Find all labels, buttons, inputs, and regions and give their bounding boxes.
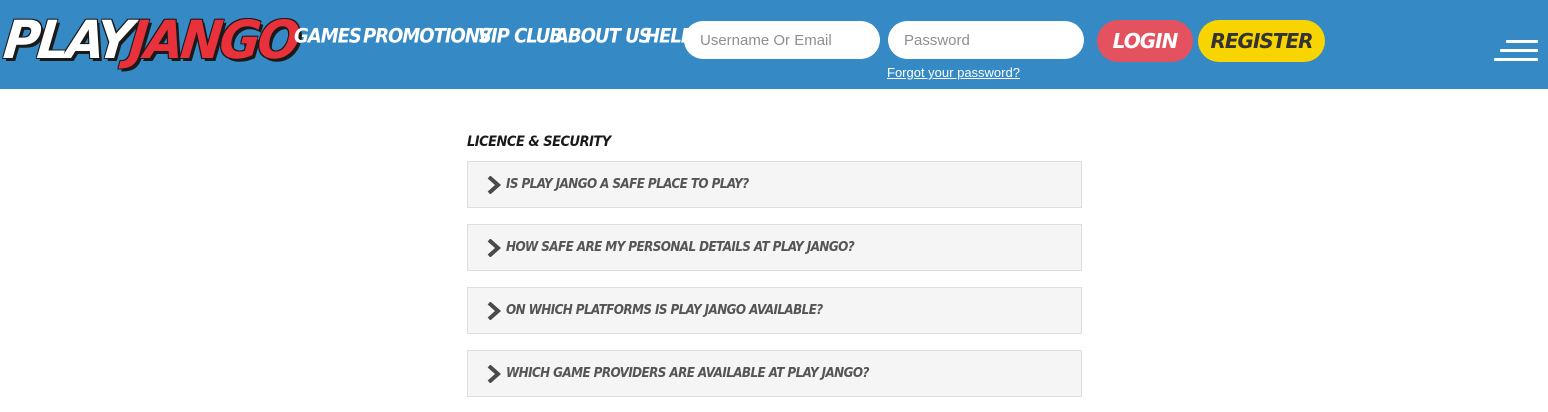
faq-item[interactable]: IS PLAY JANGO A SAFE PLACE TO PLAY? bbox=[467, 161, 1082, 208]
faq-question: WHICH GAME PROVIDERS ARE AVAILABLE AT PL… bbox=[506, 365, 869, 381]
hamburger-menu-icon[interactable] bbox=[1494, 40, 1544, 64]
nav-promotions[interactable]: PROMOTIONS bbox=[363, 21, 492, 54]
faq-question: HOW SAFE ARE MY PERSONAL DETAILS AT PLAY… bbox=[506, 239, 855, 255]
register-button[interactable]: REGISTER bbox=[1198, 20, 1325, 62]
password-input[interactable] bbox=[888, 21, 1084, 59]
chevron-right-icon bbox=[487, 365, 502, 383]
section-title: LICENCE & SECURITY bbox=[467, 134, 611, 151]
faq-item[interactable]: ON WHICH PLATFORMS IS PLAY JANGO AVAILAB… bbox=[467, 287, 1082, 334]
chevron-right-icon bbox=[487, 239, 502, 257]
faq-question: ON WHICH PLATFORMS IS PLAY JANGO AVAILAB… bbox=[506, 302, 823, 318]
logo-text-jango: JANGO bbox=[126, 9, 301, 71]
faq-question: IS PLAY JANGO A SAFE PLACE TO PLAY? bbox=[506, 176, 749, 192]
faq-item[interactable]: WHICH GAME PROVIDERS ARE AVAILABLE AT PL… bbox=[467, 350, 1082, 397]
chevron-right-icon bbox=[487, 302, 502, 320]
logo-text-play: PLAY bbox=[0, 9, 133, 71]
top-header: PLAYJANGO GAMES PROMOTIONS VIP CLUB ABOU… bbox=[0, 0, 1548, 89]
forgot-password-link[interactable]: Forgot your password? bbox=[887, 65, 1020, 80]
nav-vip-club[interactable]: VIP CLUB bbox=[478, 21, 563, 54]
playjango-logo[interactable]: PLAYJANGO bbox=[0, 4, 301, 75]
faq-item[interactable]: HOW SAFE ARE MY PERSONAL DETAILS AT PLAY… bbox=[467, 224, 1082, 271]
nav-games[interactable]: GAMES bbox=[294, 21, 362, 54]
chevron-right-icon bbox=[487, 176, 502, 194]
username-input[interactable] bbox=[684, 21, 880, 59]
login-button[interactable]: LOGIN bbox=[1097, 20, 1193, 62]
nav-about-us[interactable]: ABOUT US bbox=[555, 21, 652, 54]
